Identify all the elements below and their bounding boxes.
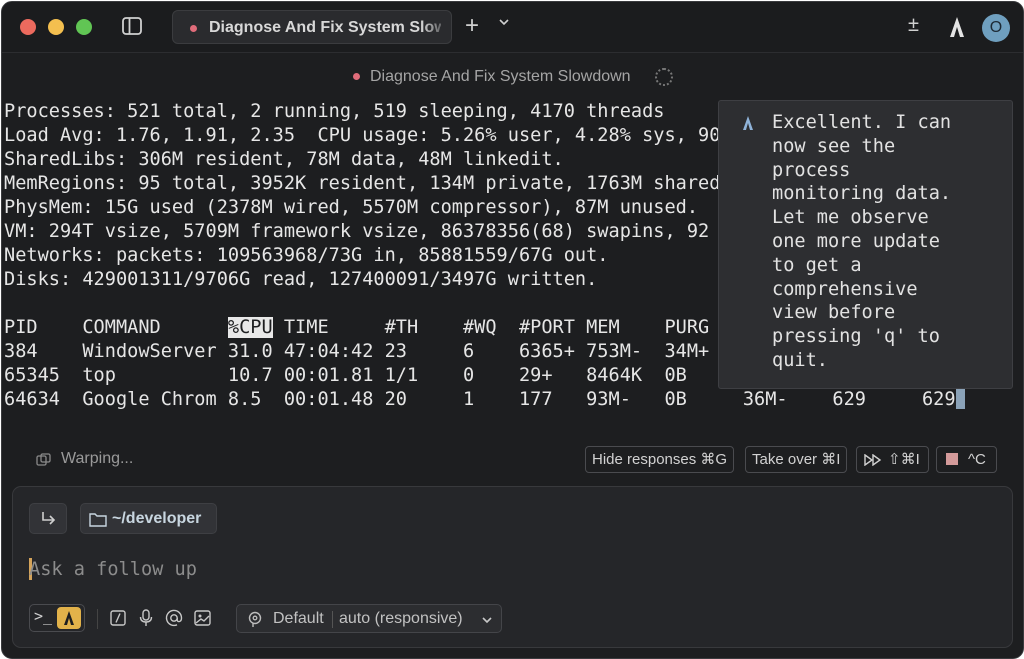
sorted-column-header: %CPU <box>227 317 273 338</box>
stop-shortcut: ^C <box>968 451 986 468</box>
session-title: Diagnose And Fix System Slowdown <box>370 68 631 85</box>
fast-forward-icon <box>864 454 882 466</box>
terminal-line: MemRegions: 95 total, 3952K resident, 13… <box>4 173 721 194</box>
tab-fade <box>421 11 451 43</box>
minimize-window-button[interactable] <box>48 19 64 35</box>
process-row-text: 64634 Google Chrom 8.5 00:01.48 20 1 177… <box>4 389 956 410</box>
title-bar: Diagnose And Fix System Slowdown + ± O <box>2 2 1023 53</box>
image-attach-icon[interactable] <box>194 610 211 626</box>
agent-message-panel: Excellent. I can now see the process mon… <box>718 100 1013 389</box>
close-window-button[interactable] <box>20 19 36 35</box>
warp-logo-icon[interactable] <box>946 15 968 39</box>
folder-icon <box>89 513 107 527</box>
agent-message-text: Excellent. I can now see the process mon… <box>772 112 952 371</box>
slash-command-icon[interactable] <box>110 610 126 626</box>
follow-up-input[interactable] <box>29 555 989 583</box>
input-mode-toggle[interactable]: >_ <box>29 604 85 632</box>
process-table-header: PID COMMAND %CPU TIME #TH #WQ #PORT MEM … <box>4 316 709 340</box>
warping-icon <box>36 453 51 466</box>
header-columns-right: TIME #TH #WQ #PORT MEM PURG <box>272 317 710 338</box>
maximize-window-button[interactable] <box>76 19 92 35</box>
app-window: Diagnose And Fix System Slowdown + ± O D… <box>1 1 1024 659</box>
terminal-line: Networks: packets: 109563968/73G in, 858… <box>4 245 609 266</box>
terminal-line: VM: 294T vsize, 5709M framework vsize, 8… <box>4 221 710 242</box>
sidebar-toggle-icon[interactable] <box>122 17 142 35</box>
fast-forward-button[interactable]: ⇧⌘I <box>856 446 929 473</box>
process-row: 65345 top 10.7 00:01.81 1/1 0 29+ 8464K … <box>4 365 687 386</box>
model-selector[interactable]: Default auto (responsive) <box>236 604 502 633</box>
working-directory-label: ~/developer <box>112 510 202 527</box>
terminal-line: Load Avg: 1.76, 1.91, 2.35 CPU usage: 5.… <box>4 125 721 146</box>
loading-spinner-icon <box>655 68 673 86</box>
header-columns-left: PID COMMAND <box>4 317 228 338</box>
agent-mode-button[interactable] <box>57 607 81 629</box>
process-row: 384 WindowServer 31.0 47:04:42 23 6 6365… <box>4 341 710 362</box>
tab-status-dot <box>190 25 197 32</box>
composer-panel: ~/developer >_ <box>12 486 1013 648</box>
warping-status: Warping... <box>61 450 134 467</box>
terminal-line: Processes: 521 total, 2 running, 519 sle… <box>4 101 665 122</box>
agent-icon <box>743 116 753 130</box>
terminal-line: SharedLibs: 306M resident, 78M data, 48M… <box>4 149 564 170</box>
stop-button[interactable]: ^C <box>936 446 997 473</box>
model-separator <box>332 611 333 628</box>
tab-active-session[interactable]: Diagnose And Fix System Slowdown <box>172 10 452 44</box>
terminal-line: Disks: 429001311/9706G read, 127400091/3… <box>4 269 598 290</box>
session-status-dot <box>353 73 360 80</box>
return-button[interactable] <box>29 503 67 534</box>
hide-responses-button[interactable]: Hide responses ⌘G <box>585 446 735 473</box>
take-over-button[interactable]: Take over ⌘I <box>745 446 848 473</box>
fast-forward-shortcut: ⇧⌘I <box>888 451 920 468</box>
model-brain-icon <box>248 611 262 627</box>
return-arrow-icon <box>42 512 56 525</box>
terminal-cursor <box>955 388 965 409</box>
toolbar-divider <box>97 609 98 629</box>
model-default-label: Default <box>273 610 324 627</box>
process-row: 64634 Google Chrom 8.5 00:01.48 20 1 177… <box>4 388 965 412</box>
model-mode-label: auto (responsive) <box>339 610 463 627</box>
chevron-down-icon <box>482 617 492 624</box>
new-tab-button[interactable]: + <box>465 14 479 38</box>
microphone-icon[interactable] <box>139 609 153 627</box>
working-directory-chip[interactable]: ~/developer <box>80 503 217 534</box>
terminal-mode-icon[interactable]: >_ <box>34 607 52 625</box>
chevron-down-icon[interactable] <box>497 15 511 29</box>
agent-mode-icon <box>64 611 74 625</box>
user-avatar[interactable]: O <box>982 14 1010 42</box>
plus-minus-button[interactable]: ± <box>908 14 919 37</box>
terminal-line: PhysMem: 15G used (2378M wired, 5570M co… <box>4 197 699 218</box>
tab-label: Diagnose And Fix System Slowdown <box>209 19 441 36</box>
mention-icon[interactable] <box>165 609 183 627</box>
stop-icon <box>946 453 958 465</box>
